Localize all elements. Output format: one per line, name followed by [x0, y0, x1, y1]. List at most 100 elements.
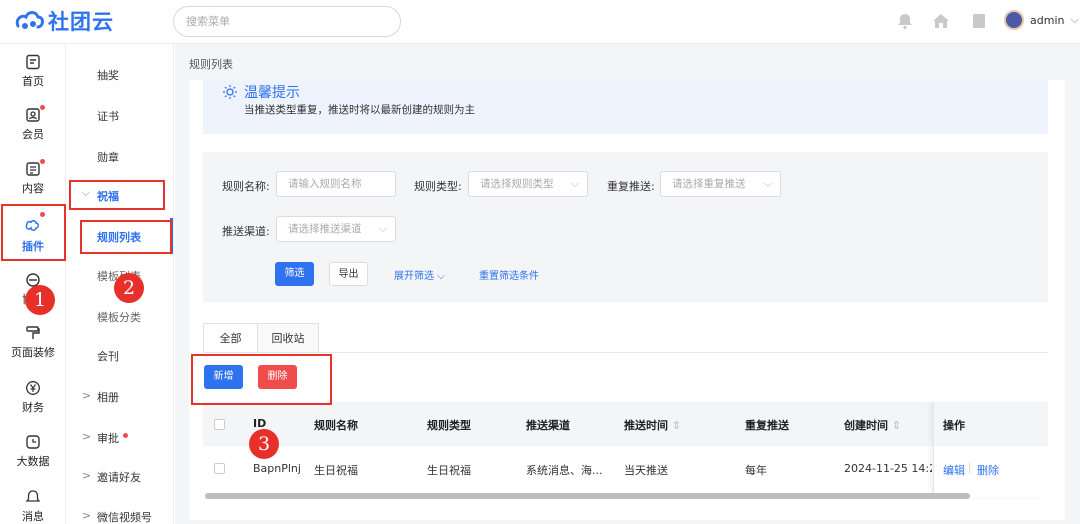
notification-dot [123, 433, 128, 438]
document-icon[interactable] [970, 12, 988, 30]
select-all-checkbox[interactable] [214, 419, 225, 430]
tab-recycle-bin[interactable]: 回收站 [257, 323, 319, 353]
nav-bigdata-label: 大数据 [16, 455, 50, 468]
nav-message-label: 消息 [22, 510, 44, 523]
home-doc-icon [26, 54, 40, 70]
chevron-down-icon: ⌵ [379, 223, 387, 235]
menu-wechat-video[interactable]: 微信视频号 [97, 509, 171, 524]
tip-title: 温馨提示 [222, 82, 300, 102]
logo-icon [15, 11, 44, 29]
sort-icon: ⇕ [671, 419, 682, 432]
cell-created-time: 2024-11-25 14:25 [844, 462, 932, 475]
cell-push-time: 当天推送 [624, 464, 668, 477]
col-created-time-label: 创建时间 [844, 419, 888, 432]
nav-home-label: 首页 [22, 75, 44, 88]
user-name: admin [1030, 13, 1065, 27]
col-push-time[interactable]: 推送时间 ⇕ [624, 417, 681, 433]
nav-finance[interactable]: 财务 [0, 380, 66, 415]
menu-template-category[interactable]: 模板分类 [97, 309, 167, 325]
data-icon [26, 435, 40, 449]
highlight-plugin [1, 204, 66, 261]
notification-dot [40, 105, 45, 110]
rule-type-placeholder: 请选择规则类型 [480, 178, 554, 190]
step-marker-3: 3 [249, 429, 279, 459]
menu-certificate[interactable]: 证书 [97, 108, 167, 124]
logo[interactable]: 社团云 [14, 6, 114, 36]
action-divider [969, 463, 970, 474]
paint-roller-icon [26, 326, 40, 339]
col-repeat-push: 重复推送 [745, 419, 789, 432]
col-rule-type: 规则类型 [427, 419, 471, 432]
menu-journal[interactable]: 会刊 [97, 348, 167, 364]
cell-rule-name: 生日祝福 [314, 464, 358, 477]
expand-filter-link[interactable]: 展开筛选 ⌵ [394, 267, 445, 282]
menu-lottery[interactable]: 抽奖 [97, 67, 167, 83]
yen-icon [26, 381, 40, 395]
cell-id: BapnPlnj [253, 462, 301, 475]
repeat-push-placeholder: 请选择重复推送 [672, 178, 746, 190]
bell-icon[interactable] [896, 12, 914, 30]
sun-icon [223, 85, 237, 99]
user-menu[interactable]: admin ⌵ [1004, 10, 1079, 30]
push-channel-select[interactable]: 请选择推送渠道 ⌵ [276, 216, 396, 242]
member-icon [26, 108, 40, 122]
chevron-down-icon: ⌵ [1070, 13, 1079, 26]
search-input[interactable]: 搜索菜单 [173, 6, 401, 37]
nav-decoration[interactable]: 页面装修 [0, 325, 66, 360]
horizontal-scrollbar[interactable] [205, 493, 970, 499]
highlight-blessing [69, 180, 165, 210]
export-button[interactable]: 导出 [329, 262, 368, 286]
nav-home[interactable]: 首页 [0, 54, 66, 89]
nav-content-label: 内容 [22, 182, 44, 195]
nav-finance-label: 财务 [22, 401, 44, 414]
rule-type-label: 规则类型: [414, 180, 462, 193]
rule-name-input[interactable]: 请输入规则名称 [276, 171, 396, 197]
col-created-time[interactable]: 创建时间 ⇕ [844, 417, 901, 433]
nav-member-label: 会员 [22, 128, 44, 141]
push-channel-label: 推送渠道: [222, 225, 270, 238]
row-delete-link[interactable]: 删除 [977, 462, 999, 478]
chevron-right-icon: > [82, 430, 92, 443]
avatar [1004, 10, 1024, 30]
nav-content[interactable]: 内容 [0, 161, 66, 196]
chevron-down-icon: ⌵ [764, 178, 772, 190]
row-edit-link[interactable]: 编辑 [943, 462, 965, 478]
home-icon[interactable] [932, 12, 950, 30]
sort-icon: ⇕ [891, 419, 902, 432]
rule-name-label: 规则名称: [222, 180, 270, 193]
tab-all[interactable]: 全部 [203, 323, 258, 353]
rule-type-select[interactable]: 请选择规则类型 ⌵ [468, 171, 588, 197]
top-bar [0, 0, 1080, 44]
reset-filter-link[interactable]: 重置筛选条件 [479, 267, 539, 282]
nav-member[interactable]: 会员 [0, 107, 66, 142]
highlight-rule-list [80, 220, 172, 254]
menu-approval[interactable]: 审批 [97, 430, 137, 446]
nav-message[interactable]: 消息 [0, 489, 66, 524]
app-name: 社团云 [48, 10, 114, 34]
menu-album[interactable]: 相册 [97, 389, 167, 405]
col-push-time-label: 推送时间 [624, 419, 668, 432]
cell-push-channel: 系统消息、海... [526, 464, 603, 477]
notification-dot [40, 159, 45, 164]
nav-bigdata[interactable]: 大数据 [0, 434, 66, 469]
bell-icon [25, 490, 41, 502]
cell-repeat-push: 每年 [745, 464, 767, 477]
tab-divider [203, 352, 1048, 353]
step-marker-2: 2 [114, 273, 144, 303]
breadcrumb: 规则列表 [189, 58, 233, 71]
tip-text: 当推送类型重复，推送时将以最新创建的规则为主 [244, 104, 475, 116]
chevron-right-icon: > [82, 469, 92, 482]
content-icon [26, 162, 40, 176]
col-push-channel: 推送渠道 [526, 419, 570, 432]
chevron-right-icon: > [82, 389, 92, 402]
menu-invite[interactable]: 邀请好友 [97, 469, 167, 485]
row-checkbox[interactable] [214, 463, 225, 474]
chevron-down-icon: ⌵ [571, 178, 579, 190]
repeat-push-select[interactable]: 请选择重复推送 ⌵ [660, 171, 781, 197]
col-actions: 操作 [943, 419, 965, 432]
filter-button[interactable]: 筛选 [275, 262, 314, 286]
menu-medal[interactable]: 勋章 [97, 149, 167, 165]
chevron-right-icon: > [82, 509, 92, 522]
nav-decoration-label: 页面装修 [11, 346, 55, 359]
step-marker-1: 1 [25, 285, 55, 315]
